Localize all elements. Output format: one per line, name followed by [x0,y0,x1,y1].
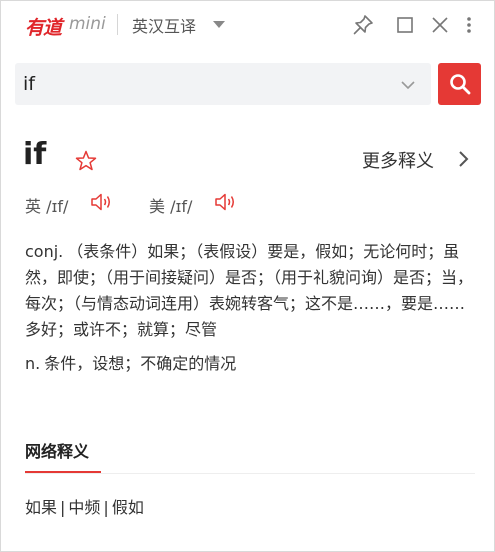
web-definition-item[interactable]: 中频 [68,498,100,517]
app-logo: 有道 [25,17,62,39]
definition-item: n. 条件，设想；不确定的情况 [25,351,475,377]
search-input[interactable] [23,69,393,99]
definition-item: conj. （表条件）如果；（表假设）要是，假如；无论何时；虽然，即使；（用于间接… [25,239,475,343]
part-of-speech: n. [25,354,41,373]
maximize-icon[interactable] [396,13,414,41]
web-definitions-list: 如果 | 中频 | 假如 [25,494,144,518]
phonetic-uk: 英 /ɪf/ [25,197,69,216]
web-definition-item[interactable]: 如果 [25,498,57,517]
chevron-down-icon[interactable] [400,77,416,96]
part-of-speech: conj. [25,242,64,261]
web-separator: | [103,498,109,517]
speaker-icon[interactable] [89,191,115,217]
title-separator [117,14,118,35]
translation-mode-dropdown[interactable]: 英汉互译 [132,13,196,37]
close-icon[interactable] [431,13,449,41]
definitions: conj. （表条件）如果；（表假设）要是，假如；无论何时；虽然，即使；（用于间接… [25,239,475,385]
chevron-right-icon[interactable] [457,150,469,172]
web-definitions-title: 网络释义 [25,442,90,461]
web-definition-item[interactable]: 假如 [112,498,144,517]
app-logo-mini: mini [69,14,106,34]
speaker-icon[interactable] [213,191,239,217]
section-divider [25,473,475,474]
definition-text: （表条件）如果；（表假设）要是，假如；无论何时；虽然，即使；（用于间接疑问）是否… [25,242,474,339]
more-definitions-link[interactable]: 更多释义 [362,147,434,173]
search-button[interactable] [438,63,481,105]
youdao-mini-window: 有道 mini 英汉互译 if if 更多释义 英 /ɪf/ 美 /ɪf/ co… [0,0,495,552]
star-icon[interactable] [74,149,98,177]
headword: if [23,137,47,172]
mode-caret-icon[interactable] [213,21,225,28]
definition-text: 条件，设想；不确定的情况 [44,354,237,373]
title-bar: 有道 mini 英汉互译 [1,1,494,49]
web-separator: | [60,498,66,517]
more-vertical-icon[interactable] [464,13,474,41]
search-box [15,63,431,105]
phonetic-us: 美 /ɪf/ [149,197,193,216]
pin-icon[interactable] [351,13,375,41]
search-icon [450,74,471,95]
